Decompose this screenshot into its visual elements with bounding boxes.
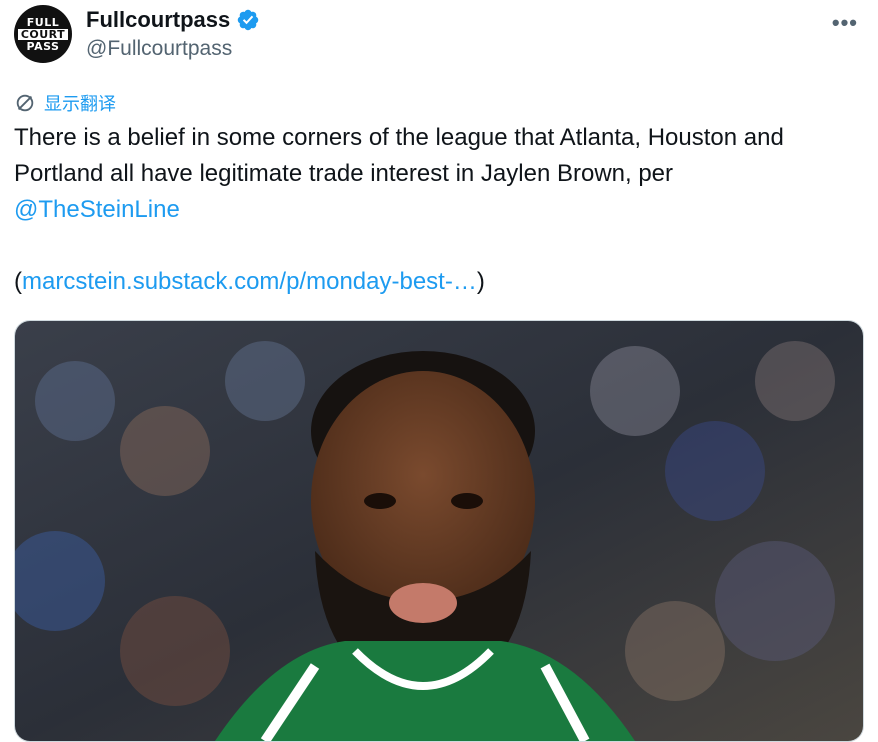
translate-icon bbox=[16, 94, 34, 112]
translate-label: 显示翻译 bbox=[44, 94, 116, 114]
avatar-line-2: COURT bbox=[17, 28, 69, 40]
author-info: Fullcourtpass @Fullcourtpass bbox=[86, 6, 260, 61]
mention-link[interactable]: @TheSteinLine bbox=[14, 196, 180, 223]
article-link[interactable]: marcstein.substack.com/p/monday-best-… bbox=[22, 268, 477, 295]
avatar-line-1: FULL bbox=[26, 15, 60, 29]
link-close-paren: ) bbox=[476, 268, 485, 295]
link-open-paren: ( bbox=[14, 268, 22, 295]
display-name[interactable]: Fullcourtpass bbox=[86, 7, 230, 33]
tweet-media-photo[interactable] bbox=[14, 320, 864, 742]
tweet-text: There is a belief in some corners of the… bbox=[14, 120, 864, 300]
handle[interactable]: @Fullcourtpass bbox=[86, 37, 260, 61]
avatar-line-3: PASS bbox=[26, 39, 60, 53]
translate-button[interactable]: 显示翻译 bbox=[14, 90, 116, 116]
tweet-main-text: There is a belief in some corners of the… bbox=[14, 124, 784, 187]
verified-badge-icon bbox=[238, 9, 259, 31]
tweet-header: FULL COURT PASS Fullcourtpass @Fullcourt… bbox=[14, 4, 864, 66]
more-horizontal-icon[interactable]: ••• bbox=[832, 10, 858, 36]
player-photo bbox=[15, 321, 863, 741]
avatar[interactable]: FULL COURT PASS bbox=[14, 5, 72, 63]
